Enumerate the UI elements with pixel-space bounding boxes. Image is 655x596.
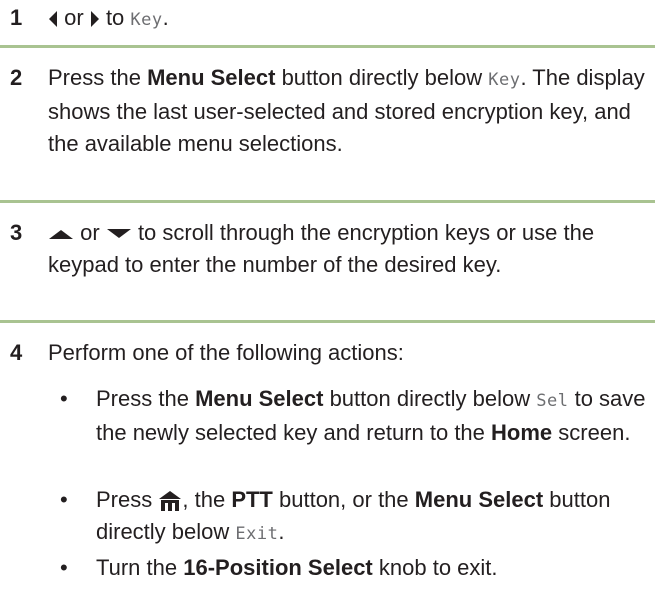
step-text: or to scroll through the encryption keys… [48,217,653,281]
menu-select-button-label: Menu Select [414,487,544,512]
step-text-press: Press the [48,65,141,90]
menu-item-exit: Exit [235,524,279,544]
menu-select-button-label: Menu Select [147,65,276,90]
step-number: 4 [10,340,23,365]
bullet-text-end: knob to exit. [378,555,498,580]
up-arrow-icon [48,228,74,240]
ptt-button-label: PTT [231,487,273,512]
bullet-text-end: screen. [558,420,631,445]
divider-rule [0,45,655,48]
left-arrow-icon [48,10,58,28]
bullet-glyph: • [60,555,68,580]
bullet-glyph: • [60,487,68,512]
select-knob-label: 16-Position Select [183,555,373,580]
step-text: Perform one of the following actions: [48,340,404,365]
step-number: 1 [10,5,23,30]
bullet-item: Press the Menu Select button directly be… [96,383,654,449]
menu-item-key: Key [488,70,521,90]
step-text-or: or [80,220,100,245]
menu-select-button-label: Menu Select [195,386,324,411]
menu-item-sel: Sel [536,391,569,411]
bullet-glyph: • [60,386,68,411]
step-text-or: or [64,5,84,30]
home-icon [158,490,182,512]
step-text-period: . [162,5,169,30]
bullet-item: Press , the PTT button, or the Menu Sele… [96,484,654,550]
step-number: 3 [10,220,23,245]
home-screen-label: Home [491,420,553,445]
step-text: or to Key. [48,2,653,36]
bullet-text-mid: button, or the [279,487,409,512]
bullet-text-press: Press [96,487,153,512]
step-text: Press the Menu Select button directly be… [48,62,653,160]
divider-rule [0,200,655,203]
bullet-item: Turn the 16-Position Select knob to exit… [96,552,654,584]
step-number: 2 [10,65,23,90]
menu-item-key: Key [130,10,163,30]
divider-rule [0,320,655,323]
bullet-text-below: button directly below [329,386,531,411]
bullet-text-end: . [278,519,285,544]
down-arrow-icon [106,228,132,240]
bullet-text-press: Press the [96,386,189,411]
right-arrow-icon [90,10,100,28]
step-text-to: to [105,5,125,30]
step-text-below: button directly below [281,65,483,90]
bullet-text-comma: , the [182,487,226,512]
bullet-text-turn: Turn the [96,555,178,580]
